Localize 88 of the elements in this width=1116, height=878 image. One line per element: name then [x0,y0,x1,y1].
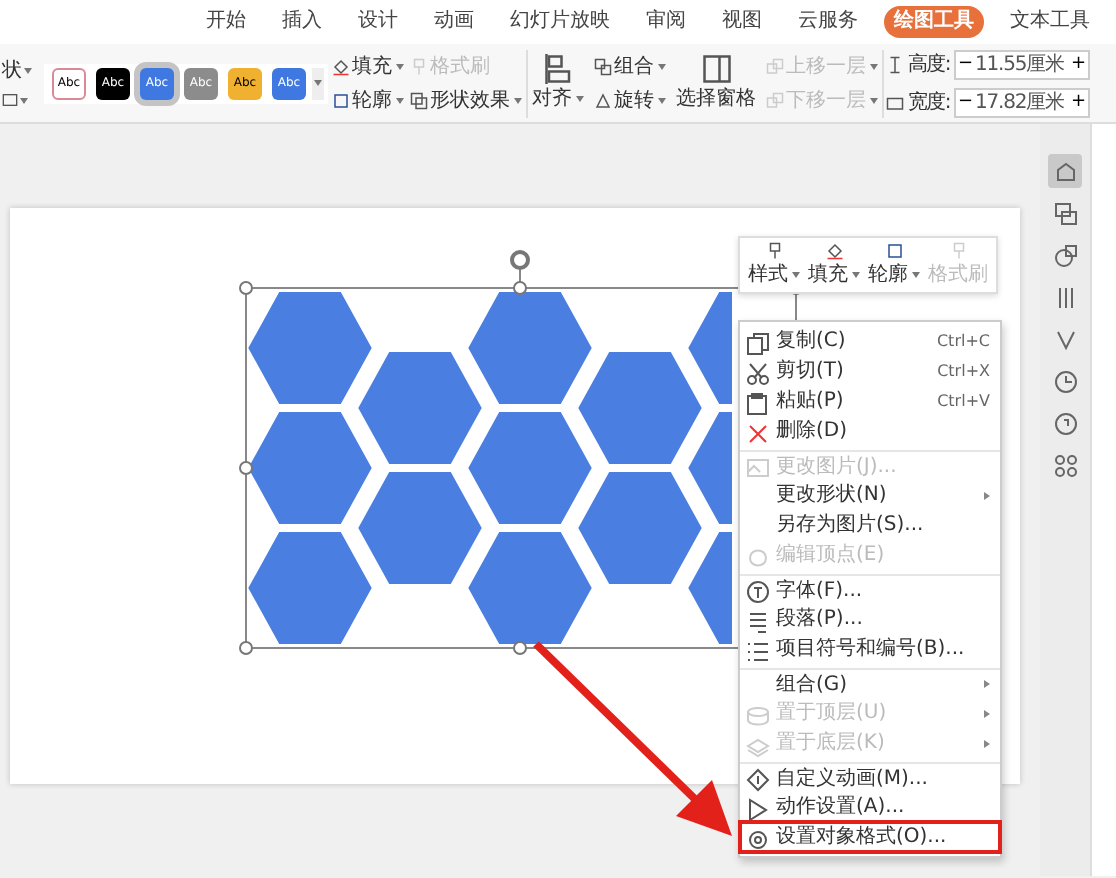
menu-item[interactable]: 项目符号和编号(B)... [740,634,1000,664]
toolbar-button[interactable]: 样式 [746,242,802,288]
history-icon [1053,369,1077,393]
size-field[interactable]: −11.55厘米 + [953,49,1091,79]
apps-icon [1053,453,1077,477]
gear-icon [746,827,770,852]
caret-icon [24,68,32,74]
ribbon-tab[interactable]: 动画 [424,6,484,38]
delete-icon [746,421,770,446]
caret-icon [396,97,404,103]
shape-menu-button[interactable]: 状 [0,58,34,84]
caret-icon [20,97,28,103]
decrease-button[interactable]: − [955,89,976,115]
triangle-icon [594,91,612,109]
ribbon-tab[interactable]: 插入 [272,6,332,38]
picture-icon [746,456,770,481]
menu-item[interactable]: 复制(C) Ctrl+C [740,326,1000,356]
menu-item[interactable]: 删除(D) [740,416,1000,446]
field-label: 宽度: [908,89,950,117]
toolbar-button[interactable]: 对齐 [530,54,586,112]
menu-item[interactable]: 设置对象格式(O)... [740,822,1000,852]
caret-icon [792,272,800,278]
height-icon [886,55,904,73]
caret-icon [852,272,860,278]
scissors-icon [746,361,770,386]
caret-icon [576,96,584,102]
menu-item[interactable]: 剪切(T) Ctrl+X [740,356,1000,386]
increase-button[interactable]: + [1069,51,1089,77]
ribbon-tab[interactable]: 幻灯片放映 [500,6,620,38]
ribbon-tab[interactable]: 审阅 [636,6,696,38]
play-icon [746,797,770,822]
layers-icon [746,703,770,728]
menu-item[interactable]: 字体(F)... [740,574,1000,604]
field-label: 高度: [908,51,950,79]
home-icon [1053,159,1077,183]
clipboard-icon [746,391,770,416]
toolbar-button[interactable]: 旋转 [592,87,668,113]
caret-icon [314,80,322,86]
font-icon [746,580,770,605]
ribbon-tab[interactable]: 设计 [348,6,408,38]
square-icon [2,92,18,108]
menu-item[interactable]: 组合(G) [740,668,1000,698]
layers-icon [746,733,770,758]
toolbar-button[interactable]: 组合 [592,53,668,79]
caret-icon [912,272,920,278]
menu-item[interactable]: 更改形状(N) [740,480,1000,510]
caret-icon [658,63,666,69]
ribbon-tab[interactable]: 开始 [196,6,256,38]
menu-item[interactable]: 段落(P)... [740,604,1000,634]
squares-icon [594,57,612,75]
menu-item[interactable]: 另存为图片(S)... [740,510,1000,540]
slides-icon [1053,201,1077,225]
decrease-button[interactable]: − [955,51,976,77]
toolbar-button[interactable]: 填充 [806,242,862,288]
list-icon [746,639,770,664]
menu-item[interactable]: 粘贴(P) Ctrl+V [740,386,1000,416]
ribbon-tab[interactable]: 视图 [712,6,772,38]
toolbar-button[interactable]: 轮廓 [866,242,922,288]
shapes-icon [1053,243,1077,267]
caret-icon [396,63,404,69]
toolbar-button[interactable]: 选择窗格 [674,54,758,112]
square-icon [885,242,903,260]
toolbar-button[interactable]: 填充 [330,53,406,79]
submenu-arrow-icon [984,739,990,747]
caret-icon [658,97,666,103]
ribbon-tab[interactable]: 文本工具 [1000,6,1100,38]
submenu-arrow-icon [984,709,990,717]
increase-button[interactable]: + [1069,89,1089,115]
size-field[interactable]: −17.82厘米 + [953,87,1091,117]
diamond-icon [746,768,770,793]
submenu-arrow-icon [984,680,990,688]
ribbon-tab[interactable]: 云服务 [788,6,868,38]
submenu-arrow-icon [984,491,990,499]
align-icon [543,54,573,84]
sidebar-button[interactable] [1048,154,1082,188]
menu-item[interactable]: 自定义动画(M)... [740,762,1000,792]
paragraph-icon [746,609,770,634]
menu-item[interactable]: 动作设置(A)... [740,792,1000,822]
toolbar-button[interactable]: 轮廓 [330,87,406,113]
square-icon [332,91,350,109]
panel-icon [701,54,731,84]
bucket-icon [332,57,350,75]
width-icon [886,93,904,111]
squares-icon [410,91,428,109]
copy-icon [746,331,770,356]
bucket-icon [825,242,843,260]
more-styles-button[interactable] [312,67,324,99]
help-icon [1053,411,1077,435]
